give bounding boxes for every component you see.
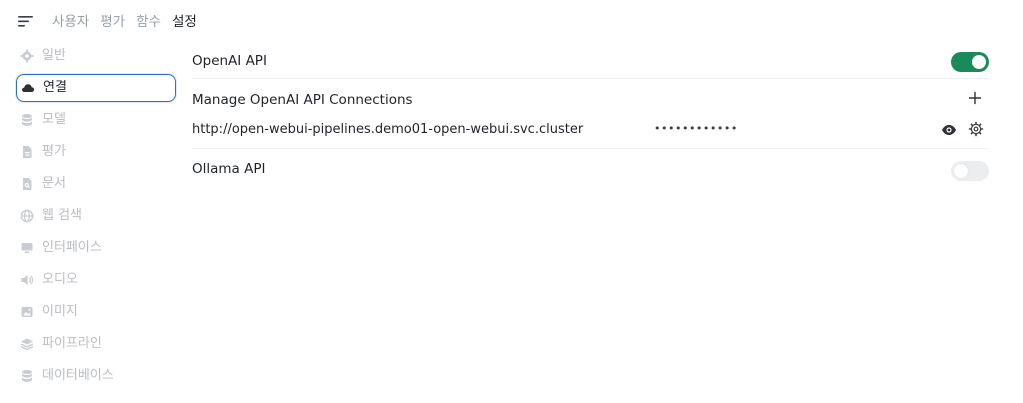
image-icon xyxy=(20,305,34,319)
sidebar-item-label: 모델 xyxy=(42,112,66,127)
document-search-icon xyxy=(20,177,34,191)
sidebar-item-interface[interactable]: 인터페이스 xyxy=(16,234,176,262)
connection-url-input[interactable] xyxy=(192,119,654,139)
gear-icon xyxy=(968,121,984,137)
tab-functions[interactable]: 함수 xyxy=(136,13,161,31)
top-bar: 사용자 평가 함수 설정 xyxy=(0,0,1023,44)
tab-users[interactable]: 사용자 xyxy=(52,13,89,31)
connection-settings-button[interactable] xyxy=(968,121,984,137)
ollama-api-row: Ollama API xyxy=(192,149,989,191)
sidebar-item-pipelines[interactable]: 파이프라인 xyxy=(16,330,176,358)
sidebar-item-web-search[interactable]: 웹 검색 xyxy=(16,202,176,230)
plus-icon xyxy=(968,91,982,105)
add-connection-button[interactable] xyxy=(967,90,983,106)
openai-api-row: OpenAI API xyxy=(192,48,989,79)
sidebar-item-database[interactable]: 데이터베이스 xyxy=(16,362,176,390)
sidebar-item-label: 파이프라인 xyxy=(42,336,102,351)
sidebar-item-label: 웹 검색 xyxy=(42,208,83,223)
top-tabs: 사용자 평가 함수 설정 xyxy=(52,13,208,31)
layers-icon xyxy=(20,337,34,351)
sidebar-item-audio[interactable]: 오디오 xyxy=(16,266,176,294)
ollama-api-label: Ollama API xyxy=(192,161,266,177)
openai-api-toggle[interactable] xyxy=(951,52,989,72)
toggle-knob xyxy=(972,55,986,69)
ollama-api-toggle[interactable] xyxy=(951,161,989,181)
manage-connections-label: Manage OpenAI API Connections xyxy=(192,92,413,108)
database-icon xyxy=(20,113,34,127)
eye-icon xyxy=(942,125,956,135)
database-icon xyxy=(20,369,34,383)
speaker-icon xyxy=(20,273,34,287)
sidebar-item-models[interactable]: 모델 xyxy=(16,106,176,134)
tab-settings[interactable]: 설정 xyxy=(172,13,197,31)
sidebar-item-label: 오디오 xyxy=(42,272,78,287)
sidebar-item-label: 인터페이스 xyxy=(42,240,102,255)
connection-row: •••••••••••• xyxy=(192,113,989,149)
menu-icon[interactable] xyxy=(17,13,35,29)
tab-evaluations[interactable]: 평가 xyxy=(100,13,125,31)
api-key-field[interactable]: •••••••••••• xyxy=(654,119,854,139)
sidebar-item-label: 연결 xyxy=(43,80,67,95)
globe-icon xyxy=(20,209,34,223)
monitor-icon xyxy=(20,241,34,255)
sidebar-item-label: 평가 xyxy=(42,144,66,159)
gear-icon xyxy=(20,49,34,63)
sidebar-item-general[interactable]: 일반 xyxy=(16,42,176,70)
toggle-knob xyxy=(954,164,968,178)
sidebar-item-label: 일반 xyxy=(42,48,66,63)
sidebar-item-connections[interactable]: 연결 xyxy=(16,74,176,102)
connections-panel: OpenAI API Manage OpenAI API Connections… xyxy=(192,48,989,191)
settings-sidebar: 일반 연결 모델 평가 문서 웹 검색 인터페이스 오디오 이미지 파이프라인 … xyxy=(16,42,176,394)
sidebar-item-evaluations[interactable]: 평가 xyxy=(16,138,176,166)
sidebar-item-label: 문서 xyxy=(42,176,66,191)
show-key-button[interactable] xyxy=(941,122,957,136)
sidebar-item-documents[interactable]: 문서 xyxy=(16,170,176,198)
document-icon xyxy=(20,145,34,159)
sidebar-item-label: 데이터베이스 xyxy=(42,368,114,383)
openai-api-label: OpenAI API xyxy=(192,53,267,69)
sidebar-item-label: 이미지 xyxy=(42,304,78,319)
sidebar-item-images[interactable]: 이미지 xyxy=(16,298,176,326)
cloud-icon xyxy=(21,81,35,95)
